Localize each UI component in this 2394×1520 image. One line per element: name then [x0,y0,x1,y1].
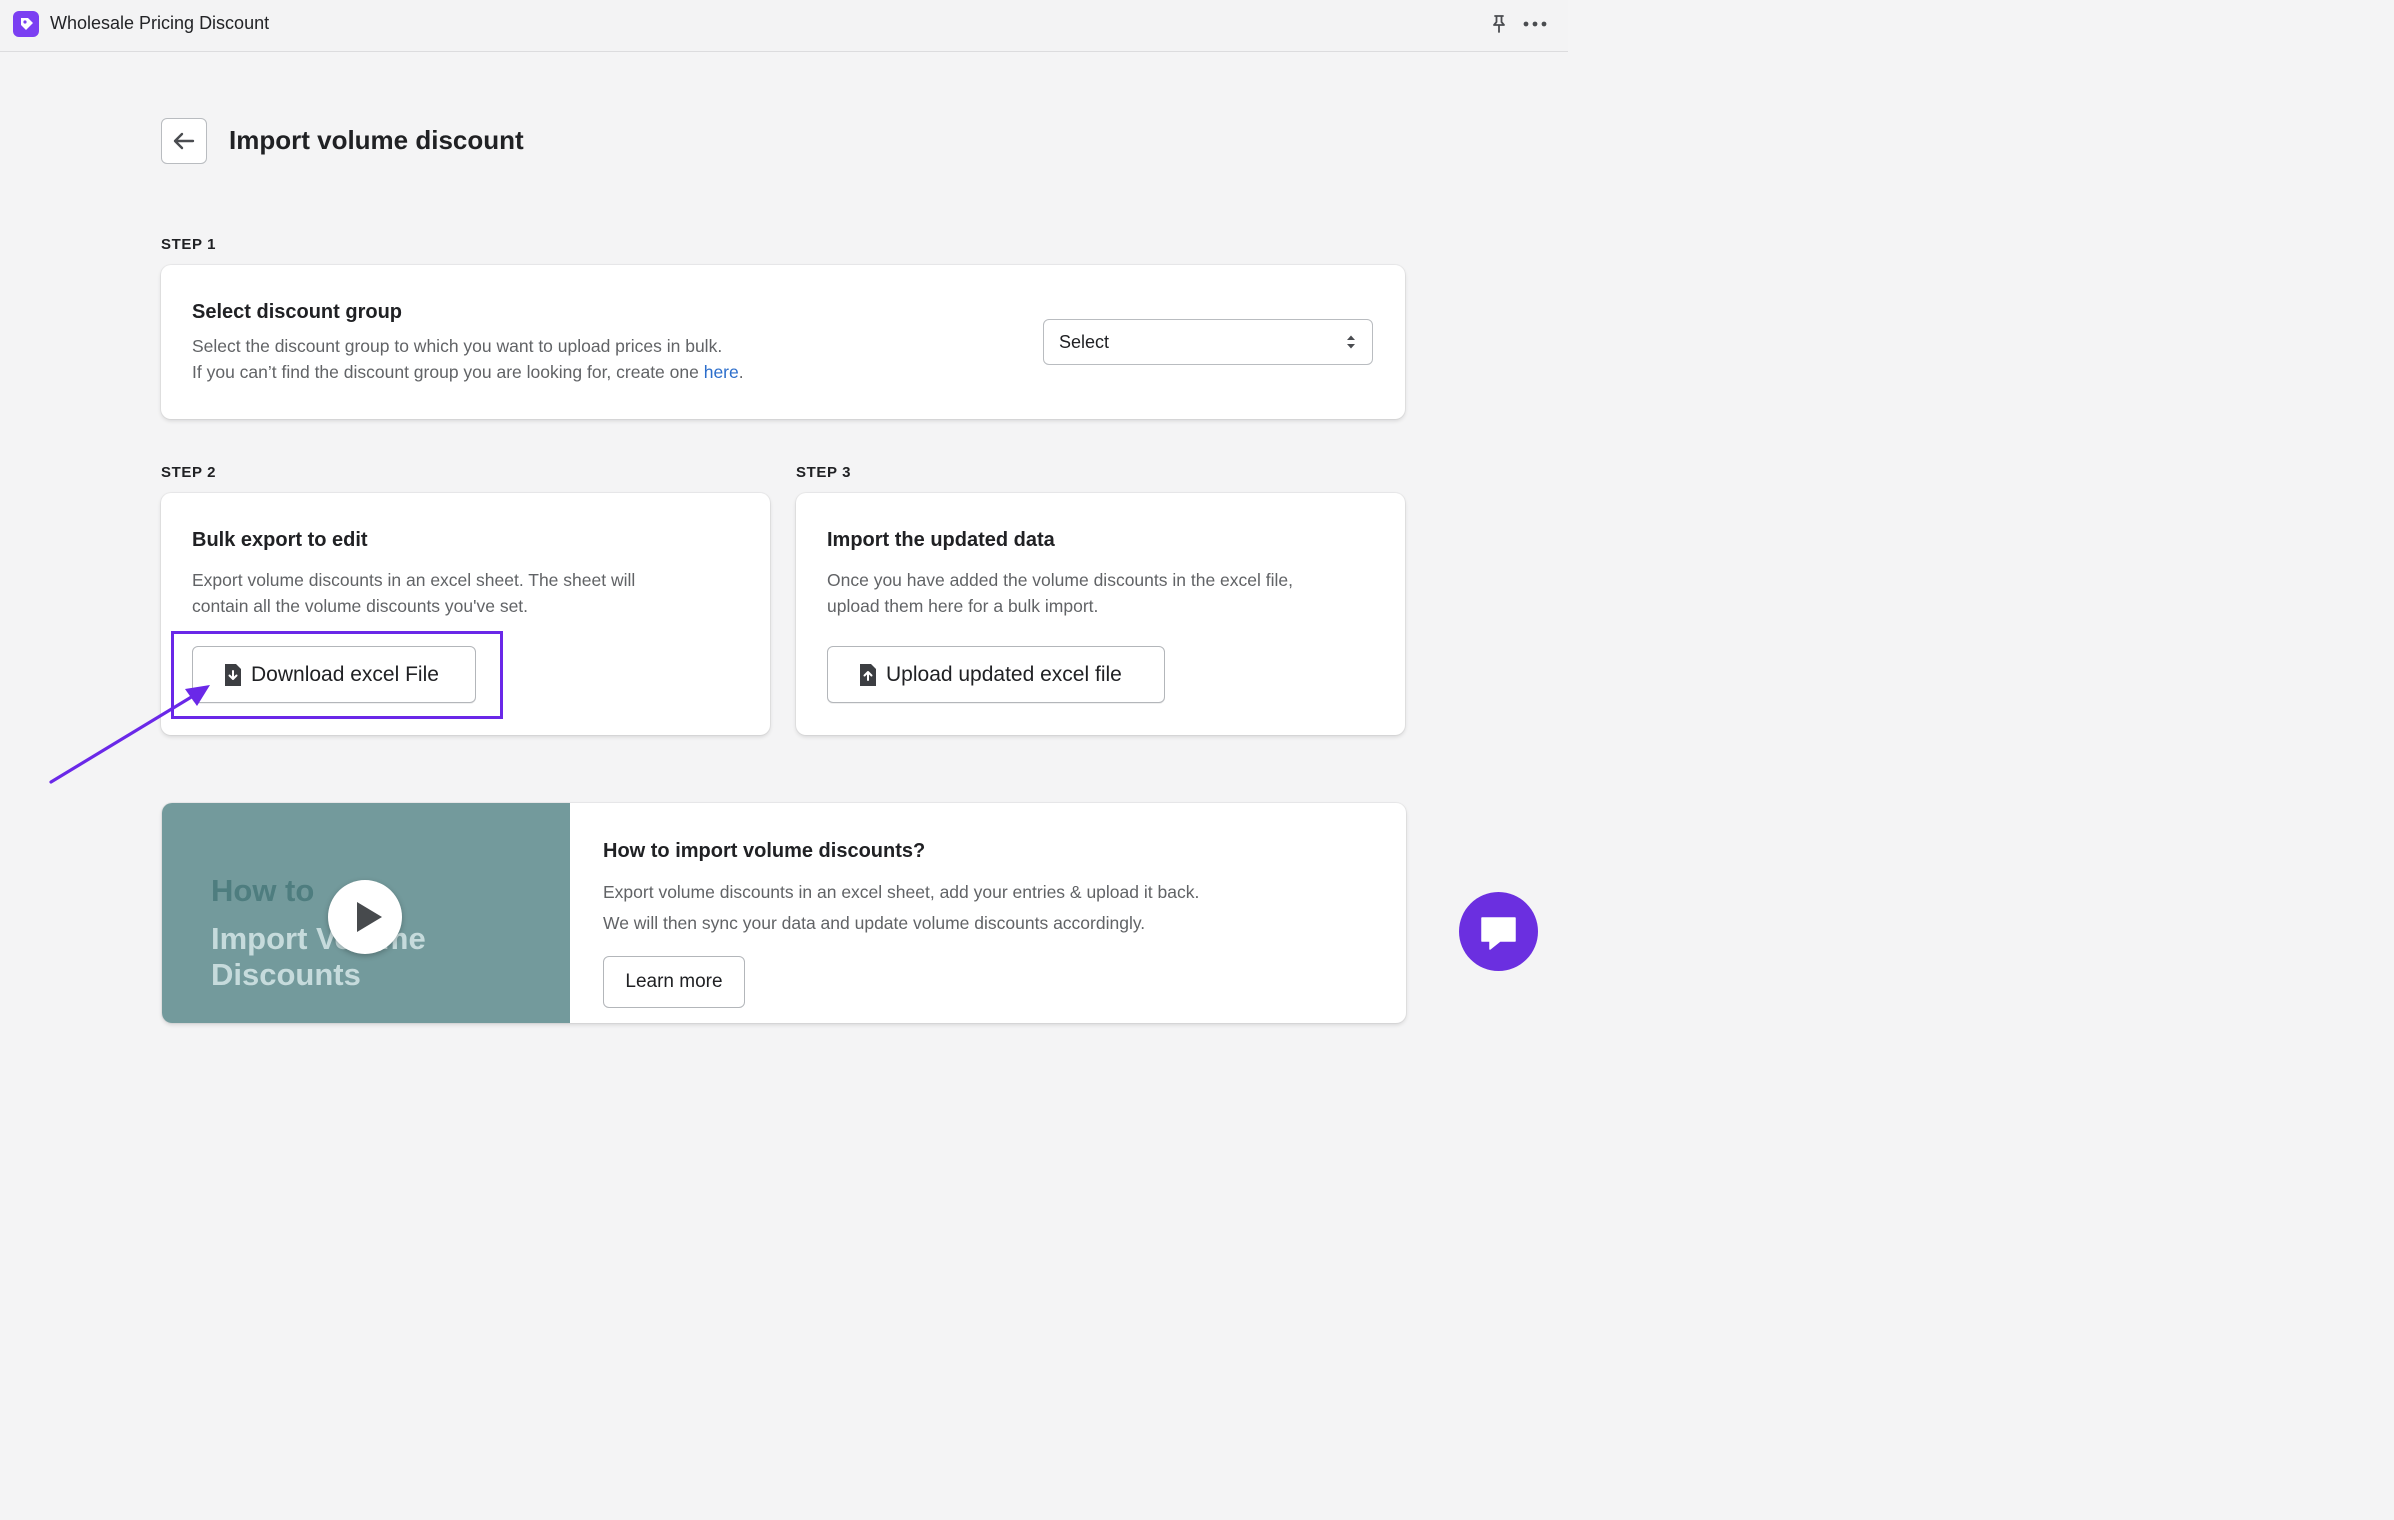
description-text: If you can’t find the discount group you… [192,362,704,382]
description-line: Select the discount group to which you w… [192,336,723,356]
select-value: Select [1059,332,1110,352]
annotation-arrow [49,685,210,784]
description-line: Export volume discounts in an excel shee… [192,570,636,590]
chat-icon [1481,917,1516,950]
discount-group-select[interactable]: Select [1043,319,1373,365]
select-arrows-icon [1347,335,1355,349]
upload-excel-button[interactable]: Upload updated excel file [827,646,1165,703]
description-line: If you can’t find the discount group you… [192,359,744,385]
tutorial-card: How to Import Volume Discounts How to im… [162,803,1406,1023]
tutorial-description: Export volume discounts in an excel shee… [603,877,1199,939]
description-line: contain all the volume discounts you've … [192,596,529,616]
play-icon [357,902,382,932]
learn-more-button[interactable]: Learn more [603,956,745,1008]
create-group-link[interactable]: here [704,362,739,382]
thumbnail-text: How to [211,873,315,908]
video-thumbnail[interactable]: How to Import Volume Discounts [162,803,570,1023]
description-line: We will then sync your data and update v… [603,913,1146,933]
tag-icon [13,11,39,37]
description-line: upload them here for a bulk import. [827,596,1099,616]
play-button[interactable] [328,880,402,954]
back-button[interactable] [161,118,207,164]
pin-icon[interactable] [1488,13,1510,35]
card-heading: Import the updated data [827,529,1055,551]
chat-button[interactable] [1459,892,1538,971]
button-label: Upload updated excel file [886,663,1122,686]
arrow-left-icon [173,132,195,150]
more-horizontal-icon[interactable] [1522,13,1548,35]
description-line: Export volume discounts in an excel shee… [603,882,1200,902]
card-description: Once you have added the volume discounts… [827,567,1293,619]
description-text: . [738,362,744,382]
card-heading: Bulk export to edit [192,529,368,551]
button-label: Learn more [625,971,723,992]
card-heading: Select discount group [192,301,403,323]
app-header: Wholesale Pricing Discount [0,0,1568,52]
thumbnail-text-line: Discounts [211,957,361,992]
page-title: Import volume discount [229,125,524,155]
file-upload-icon [860,664,876,686]
step-3-label: STEP 3 [796,464,852,481]
card-description: Export volume discounts in an excel shee… [192,567,635,619]
card-description: Select the discount group to which you w… [192,333,744,385]
select-discount-group-card: Select discount group Select the discoun… [161,265,1405,419]
step-1-label: STEP 1 [161,236,217,253]
tutorial-heading: How to import volume discounts? [603,840,926,862]
step-2-label: STEP 2 [161,464,217,481]
import-updated-data-card: Import the updated data Once you have ad… [796,493,1405,735]
description-line: Once you have added the volume discounts… [827,570,1293,590]
app-title: Wholesale Pricing Discount [50,13,270,33]
